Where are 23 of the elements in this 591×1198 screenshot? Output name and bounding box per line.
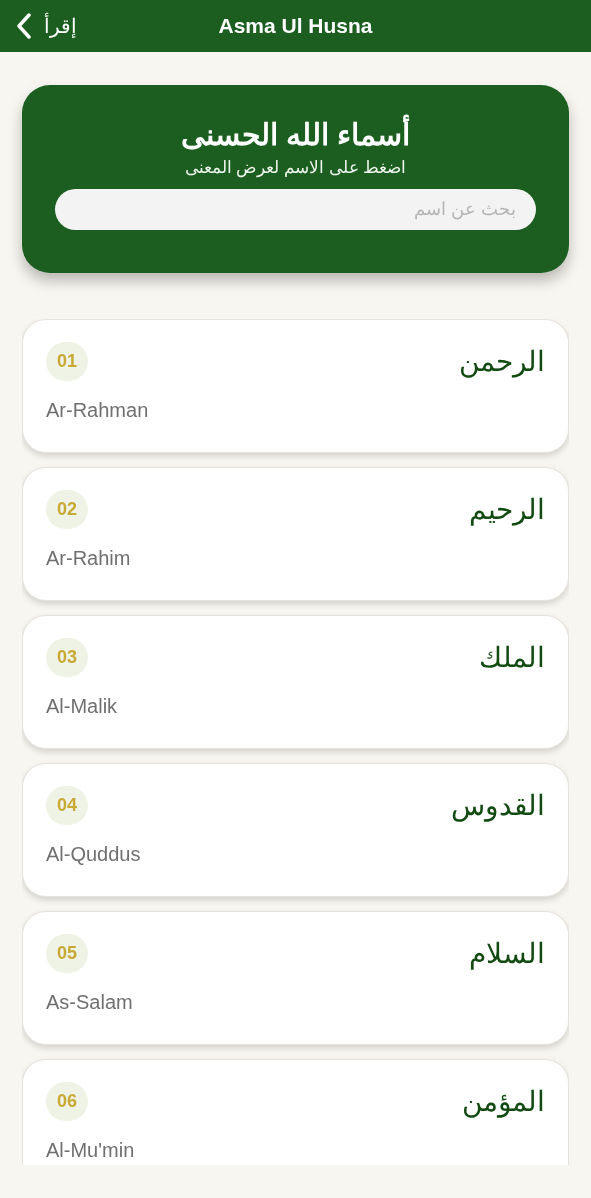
number-badge: 01 [46, 342, 89, 381]
arabic-name: الرحيم [469, 492, 545, 527]
arabic-name: الرحمن [459, 344, 545, 379]
number-badge: 02 [46, 490, 89, 529]
transliteration: Al-Mu'min [46, 1138, 136, 1163]
back-chevron-icon [16, 13, 32, 39]
search-field[interactable]: بحث عن اسم [55, 188, 536, 230]
page-title: Asma Ul Husna [218, 13, 373, 40]
transliteration: As-Salam [46, 990, 134, 1015]
transliteration: Al-Quddus [46, 842, 142, 867]
number-badge: 05 [46, 934, 89, 973]
transliteration: Ar-Rahman [46, 398, 150, 423]
arabic-name: المؤمن [462, 1084, 545, 1119]
arabic-name: القدوس [451, 788, 545, 823]
number-badge: 04 [46, 786, 89, 825]
arabic-name: السلام [469, 936, 545, 971]
transliteration: Al-Malik [46, 694, 119, 719]
number-badge: 06 [46, 1082, 89, 1121]
arabic-name: الملك [479, 640, 545, 675]
transliteration: Ar-Rahim [46, 546, 132, 571]
back-button[interactable]: إقرأ [16, 11, 77, 41]
number-badge: 03 [46, 638, 89, 677]
hero-subtitle: اضغط على الاسم لعرض المعنى [184, 157, 407, 180]
